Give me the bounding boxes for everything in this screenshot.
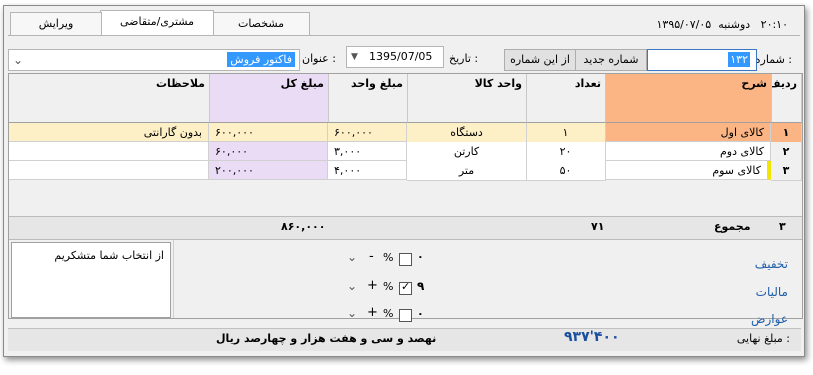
cell-unit[interactable]: متر (407, 161, 527, 181)
percent-sign: % (383, 251, 394, 264)
summary-label: مجموع (714, 220, 751, 233)
summary-amount: ۸۶۰,۰۰۰ (281, 220, 326, 233)
new-number-button[interactable]: شماره جدید (575, 49, 647, 71)
cell-unit-price[interactable]: ۴,۰۰۰ (328, 161, 407, 180)
tax-label: مالیات (755, 285, 788, 299)
summary-count: ۳ (779, 220, 786, 233)
cell-total[interactable]: ۲۰۰,۰۰۰ (209, 161, 328, 180)
col-header-desc[interactable]: شرح (605, 74, 772, 123)
discount-checkbox[interactable] (399, 253, 412, 266)
title-select[interactable]: ⌄ فاکتور فروش (8, 49, 300, 71)
cell-desc[interactable]: کالای دوم (605, 142, 771, 161)
cell-unit-price[interactable]: ۳,۰۰۰ (328, 142, 407, 161)
cell-unit[interactable]: دستگاه (407, 123, 527, 143)
chevron-down-icon[interactable]: ⌄ (347, 306, 357, 320)
col-header-unit-price[interactable]: مبلغ واحد (328, 74, 408, 123)
col-header-notes[interactable]: ملاحظات (9, 74, 210, 123)
row-index[interactable]: ۲ (771, 142, 802, 162)
row-index[interactable]: ۱ (771, 123, 802, 143)
tab-divider (8, 35, 800, 36)
summary-qty: ۷۱ (591, 220, 605, 233)
number-field[interactable]: ۱۳۲ (647, 49, 757, 71)
date-label: تاریخ : (449, 52, 479, 65)
cell-qty[interactable]: ۵۰ (526, 161, 606, 181)
percent-sign: % (383, 307, 394, 320)
cell-desc[interactable]: کالای اول (605, 123, 771, 142)
invoice-window: مشخصات مشتری/متقاضی ویرایش ۲۰:۱۰ دوشنبه … (3, 5, 805, 357)
date-picker[interactable]: ▼ 1395/07/05 (346, 46, 444, 68)
duties-label: عوارض (751, 312, 788, 326)
final-amount-words: نهصد و سی و هفت هزار و چهارصد ریال (216, 332, 437, 345)
plus-sign[interactable]: + (367, 305, 378, 320)
row-index[interactable]: ۳ (771, 161, 802, 181)
from-number-button[interactable]: از این شماره (504, 49, 576, 71)
minus-sign[interactable]: - (369, 249, 374, 264)
day-text: دوشنبه (718, 18, 751, 31)
discount-label: تخفیف (754, 257, 788, 271)
tax-value[interactable]: ۹ (417, 279, 424, 293)
cell-qty[interactable]: ۱ (526, 123, 606, 143)
cell-qty[interactable]: ۲۰ (526, 142, 606, 162)
cell-note[interactable] (9, 142, 209, 161)
cell-desc[interactable]: کالای سوم (605, 161, 771, 180)
title-label: عنوان : (302, 52, 336, 65)
col-header-total[interactable]: مبلغ کل (209, 74, 329, 123)
cell-note[interactable] (9, 161, 209, 180)
chevron-down-icon[interactable]: ⌄ (347, 250, 357, 264)
tab-edit[interactable]: ویرایش (10, 12, 102, 35)
check-icon: ✓ (401, 280, 411, 293)
notes-box[interactable]: از انتخاب شما متشکریم (11, 242, 171, 318)
chevron-down-icon[interactable]: ⌄ (13, 50, 23, 70)
cell-total[interactable]: ۶۰,۰۰۰ (209, 142, 328, 161)
items-grid: ردیف شرح تعداد واحد کالا مبلغ واحد مبلغ … (8, 73, 803, 326)
final-amount-label: مبلغ نهایی : (736, 332, 790, 345)
cell-note[interactable]: بدون گارانتی (9, 123, 209, 142)
number-label: شماره : (754, 53, 792, 66)
duties-checkbox[interactable] (399, 309, 412, 322)
tax-checkbox[interactable]: ✓ (399, 280, 412, 295)
cell-unit-price[interactable]: ۶۰۰,۰۰۰ (328, 123, 407, 142)
final-amount-value: ۹۳۷'۴۰۰ (564, 329, 620, 345)
col-header-qty[interactable]: تعداد (526, 74, 606, 123)
datetime-display: ۲۰:۱۰ دوشنبه ۱۳۹۵/۰۷/۰۵ (657, 18, 789, 31)
tab-customer[interactable]: مشتری/متقاضی (100, 10, 214, 36)
percent-sign: % (383, 280, 394, 293)
cell-unit[interactable]: کارتن (407, 142, 527, 162)
plus-sign[interactable]: + (367, 278, 378, 293)
cell-total[interactable]: ۶۰۰,۰۰۰ (209, 123, 328, 142)
date-text: ۱۳۹۵/۰۷/۰۵ (656, 18, 712, 31)
discount-value[interactable]: ۰ (417, 250, 424, 263)
chevron-down-icon[interactable]: ⌄ (347, 279, 357, 293)
calendar-dropdown-icon[interactable]: ▼ (351, 47, 358, 67)
col-header-row[interactable]: ردیف (768, 74, 802, 123)
col-header-unit[interactable]: واحد کالا (407, 74, 527, 123)
summary-row (9, 216, 802, 240)
tab-details[interactable]: مشخصات (212, 12, 310, 35)
duties-value[interactable]: ۰ (417, 307, 424, 320)
time-text: ۲۰:۱۰ (760, 18, 788, 31)
